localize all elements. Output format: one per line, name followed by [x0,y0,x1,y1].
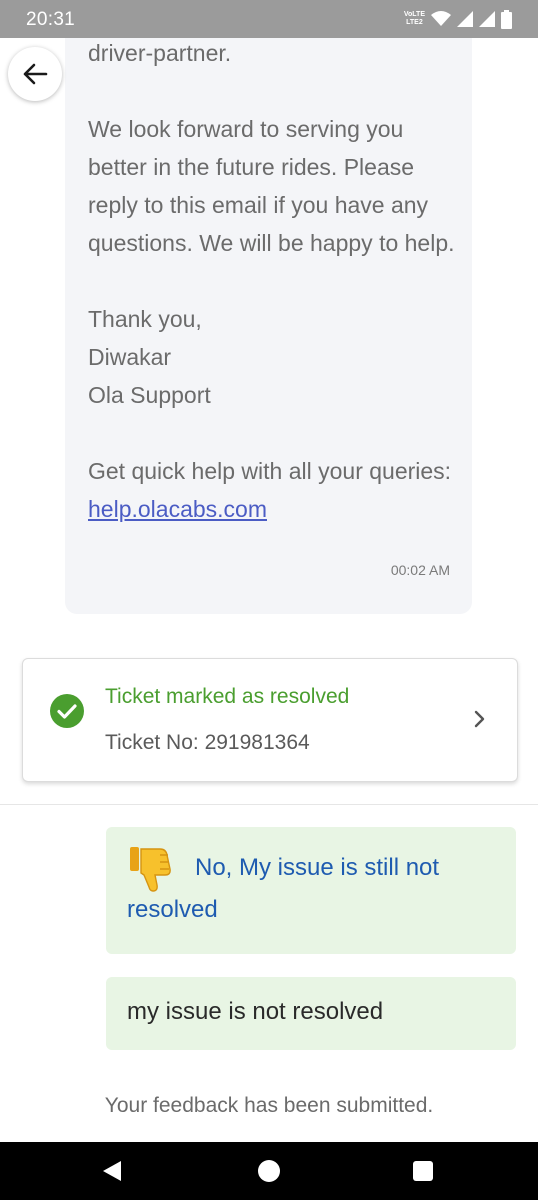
back-button[interactable] [8,47,62,101]
reply-comment-text: my issue is not resolved [127,998,384,1025]
check-circle-icon [50,694,84,728]
navigation-bar [0,1142,538,1200]
volte-indicator: VoLTE LTE2 [404,11,425,27]
message-team: Ola Support [88,382,211,408]
nav-home-icon[interactable] [258,1160,280,1182]
volte-label: VoLTE [403,11,425,18]
divider [0,804,538,805]
message-partial-line: driver-partner. [88,40,232,66]
status-time: 20:31 [26,9,76,30]
wifi-icon [431,11,451,26]
nav-back-icon[interactable] [101,1160,123,1182]
help-link[interactable]: help.olacabs.com [88,496,267,522]
ticket-status-card[interactable]: Ticket marked as resolved Ticket No: 291… [22,658,518,782]
help-prefix: Get quick help with all your queries: [88,458,452,484]
ticket-number: Ticket No: 291981364 [105,731,310,754]
arrow-left-icon [23,63,48,85]
support-message-text: driver-partner. We look forward to servi… [88,38,458,528]
chat-content[interactable]: driver-partner. We look forward to servi… [0,38,538,1142]
message-timestamp: 00:02 AM [390,562,450,578]
signal-2-icon [479,11,495,27]
message-help-line: Get quick help with all your queries: he… [88,452,458,528]
message-signoff: Thank you, [88,306,202,332]
status-bar: 20:31 VoLTE LTE2 [0,0,538,38]
feedback-confirmation: Your feedback has been submitted. [104,1094,434,1117]
message-agent-name: Diwakar [88,344,172,370]
lte-label: LTE2 [406,19,423,26]
reply-comment-bubble: my issue is not resolved [106,977,516,1050]
ticket-status-text: Ticket marked as resolved [105,685,350,708]
status-icons: VoLTE LTE2 [404,8,512,30]
signal-icon [457,11,473,27]
nav-recents-icon[interactable] [413,1161,433,1181]
battery-icon [501,9,512,29]
support-message-bubble: driver-partner. We look forward to servi… [65,38,472,614]
chevron-right-icon [474,710,485,728]
message-paragraph: We look forward to serving you better in… [88,116,455,256]
reply-choice-bubble: No, My issue is still not resolved [106,827,516,954]
reply-choice-text: No, My issue is still not resolved [127,854,440,923]
